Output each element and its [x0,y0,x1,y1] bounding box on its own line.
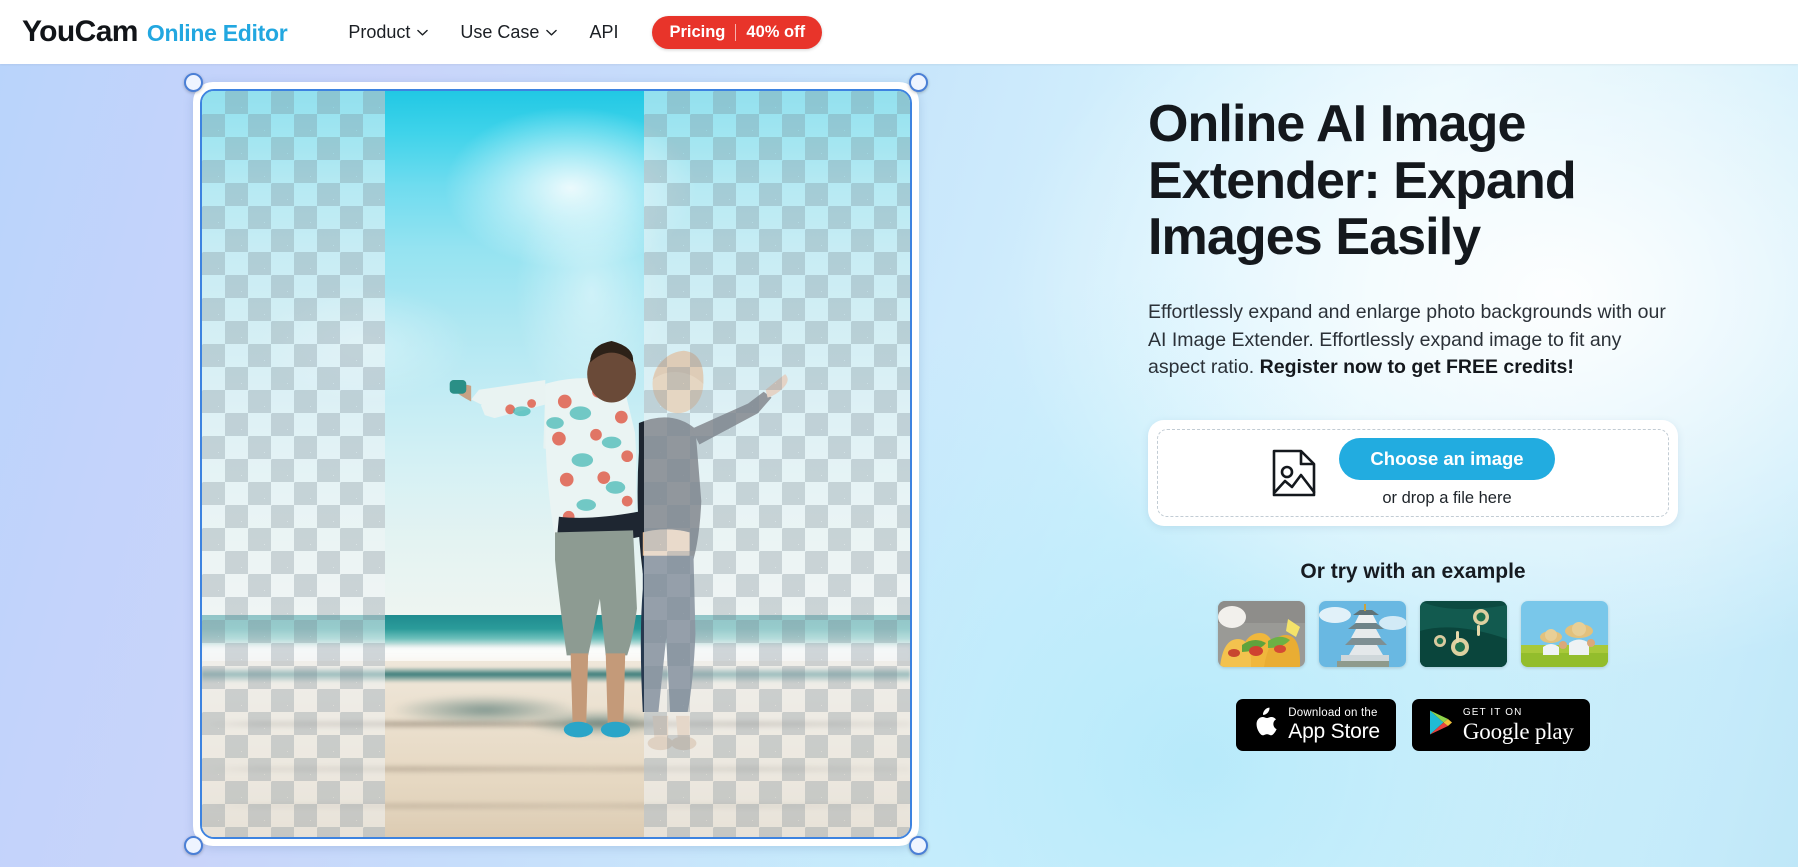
app-store-badge[interactable]: Download on the App Store [1236,699,1396,752]
image-file-icon [1271,448,1317,498]
logo-secondary-text: Online Editor [146,20,288,46]
nav-item-product[interactable]: Product [332,14,444,51]
figure-couple [449,340,788,751]
page-title: Online AI Image Extender: Expand Images … [1148,95,1577,267]
resize-handle-bottom-left[interactable] [184,836,203,855]
example-thumb-tacos[interactable] [1218,601,1305,668]
source-photo [202,91,910,837]
page-body: Online AI Image Extender: Expand Images … [0,64,1798,867]
app-store-big-label: App Store [1288,720,1380,744]
nav-item-label: Use Case [460,21,540,42]
google-play-small-label: GET IT ON [1462,706,1523,718]
example-thumb-kids[interactable] [1521,601,1608,668]
apple-icon [1252,707,1278,743]
play-word: play [1529,718,1574,744]
examples-heading: Or try with an example [1300,560,1526,584]
chevron-down-icon [546,29,558,36]
google-play-badge[interactable]: GET IT ON Google play [1411,699,1590,752]
resize-handle-bottom-right[interactable] [909,836,928,855]
upload-card[interactable]: Choose an image or drop a file here [1148,420,1678,527]
upload-dropzone[interactable]: Choose an image or drop a file here [1157,429,1669,518]
app-store-small-label: Download on the [1288,706,1378,719]
nav-item-api[interactable]: API [573,14,634,51]
hero-description: Effortlessly expand and enlarge photo ba… [1148,299,1668,382]
example-thumb-castle[interactable] [1319,601,1406,668]
canvas-frame [193,82,919,846]
nav-item-use-case[interactable]: Use Case [444,14,573,51]
site-header: YouCam Online Editor Product Use Case AP… [0,0,1798,64]
resize-handle-top-left[interactable] [184,73,203,92]
pricing-badge[interactable]: Pricing 40% off [652,15,823,49]
drop-file-hint: or drop a file here [1382,489,1512,508]
nav-item-label: Product [348,21,411,42]
resize-handle-top-right[interactable] [909,73,928,92]
google-play-icon [1428,709,1453,741]
upload-actions: Choose an image or drop a file here [1339,438,1555,508]
pricing-label: Pricing [669,22,726,41]
main-nav: Product Use Case API Pricing 40% off [332,14,823,51]
google-play-big-label: Google play [1463,720,1574,743]
nav-item-label: API [589,21,619,42]
app-store-badges: Download on the App Store GET IT ON Goog… [1148,699,1678,752]
app-store-text: Download on the App Store [1288,706,1380,744]
google-word: Google [1462,718,1530,744]
pricing-separator [735,23,737,41]
hero-panel: Online AI Image Extender: Expand Images … [1148,95,1708,752]
choose-an-image-button[interactable]: Choose an image [1339,438,1555,481]
photo-figures [202,91,910,837]
logo-primary-text: YouCam [22,15,138,48]
logo[interactable]: YouCam Online Editor [22,15,288,49]
google-play-text: GET IT ON Google play [1462,706,1574,743]
image-extender-canvas[interactable] [184,73,928,855]
hero-description-emphasis: Register now to get FREE credits! [1259,356,1574,379]
example-thumbnails [1148,601,1678,668]
pricing-discount-label: 40% off [746,22,806,41]
chevron-down-icon [417,29,429,36]
canvas-viewport[interactable] [200,89,912,839]
example-thumb-jewelry[interactable] [1420,601,1507,668]
